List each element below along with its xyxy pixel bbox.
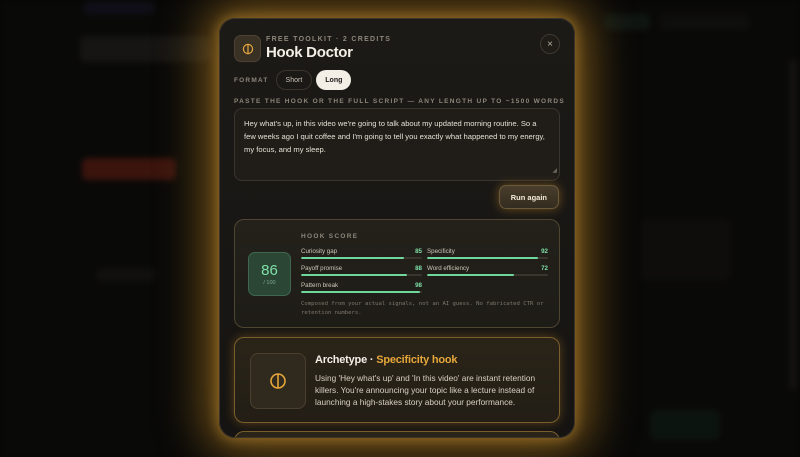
next-result-card bbox=[234, 431, 560, 437]
archetype-prefix: Archetype · bbox=[315, 354, 377, 366]
metric-word-efficiency: Word efficiency 72 bbox=[427, 265, 548, 279]
format-option-short[interactable]: Short bbox=[275, 70, 313, 90]
resize-handle-icon[interactable]: ◢ bbox=[552, 165, 557, 178]
score-title: HOOK SCORE bbox=[301, 233, 359, 240]
metric-curiosity-gap: Curiosity gap 85 bbox=[301, 248, 422, 262]
metric-value: 92 bbox=[541, 248, 548, 255]
archetype-card: Archetype · Specificity hook Using 'Hey … bbox=[234, 337, 560, 423]
close-icon: × bbox=[547, 38, 553, 50]
metric-label: Word efficiency bbox=[427, 265, 470, 272]
modal-title: Hook Doctor bbox=[266, 44, 353, 61]
format-option-long[interactable]: Long bbox=[316, 70, 352, 90]
close-button[interactable]: × bbox=[540, 34, 560, 54]
format-label: FORMAT bbox=[234, 76, 269, 84]
script-input-value: Hey what's up, in this video we're going… bbox=[244, 119, 545, 154]
metric-label: Specificity bbox=[427, 248, 455, 255]
metric-value: 85 bbox=[415, 248, 422, 255]
archetype-title: Archetype · Specificity hook bbox=[315, 354, 458, 366]
script-input-label: PASTE THE HOOK OR THE FULL SCRIPT — ANY … bbox=[234, 98, 566, 105]
script-input[interactable]: Hey what's up, in this video we're going… bbox=[234, 108, 560, 181]
metric-pattern-break: Pattern break 98 bbox=[301, 282, 422, 296]
metric-value: 72 bbox=[541, 265, 548, 272]
metric-value: 88 bbox=[415, 265, 422, 272]
archetype-description: Using 'Hey what's up' and 'In this video… bbox=[315, 373, 536, 407]
metric-bar bbox=[301, 291, 420, 293]
metric-value: 98 bbox=[415, 282, 422, 289]
metric-specificity: Specificity 92 bbox=[427, 248, 548, 262]
metric-bar bbox=[427, 257, 539, 259]
metric-label: Curiosity gap bbox=[301, 248, 338, 255]
run-again-button[interactable]: Run again bbox=[498, 185, 559, 209]
split-circle-icon bbox=[234, 35, 261, 62]
hook-doctor-modal: FREE TOOLKIT · 2 CREDITS Hook Doctor × F… bbox=[219, 18, 575, 438]
metric-payoff-promise: Payoff promise 88 bbox=[301, 265, 422, 279]
score-disclaimer: Composed from your actual signals, not a… bbox=[301, 301, 544, 316]
metric-bar bbox=[301, 274, 408, 276]
metric-bar bbox=[301, 257, 404, 259]
metric-label: Payoff promise bbox=[301, 265, 343, 272]
format-selector: FORMAT Short Long bbox=[234, 70, 355, 90]
hook-score-card: 86 / 100 HOOK SCORE Curiosity gap 85 Spe… bbox=[234, 219, 560, 328]
metric-label: Pattern break bbox=[301, 282, 339, 289]
split-circle-icon bbox=[250, 353, 306, 409]
score-value: 86 bbox=[261, 261, 278, 279]
archetype-name: Specificity hook bbox=[376, 354, 458, 366]
score-max: / 100 bbox=[263, 279, 276, 286]
modal-eyebrow: FREE TOOLKIT · 2 CREDITS bbox=[266, 36, 392, 43]
score-badge: 86 / 100 bbox=[248, 252, 291, 296]
metric-bar bbox=[427, 274, 515, 276]
